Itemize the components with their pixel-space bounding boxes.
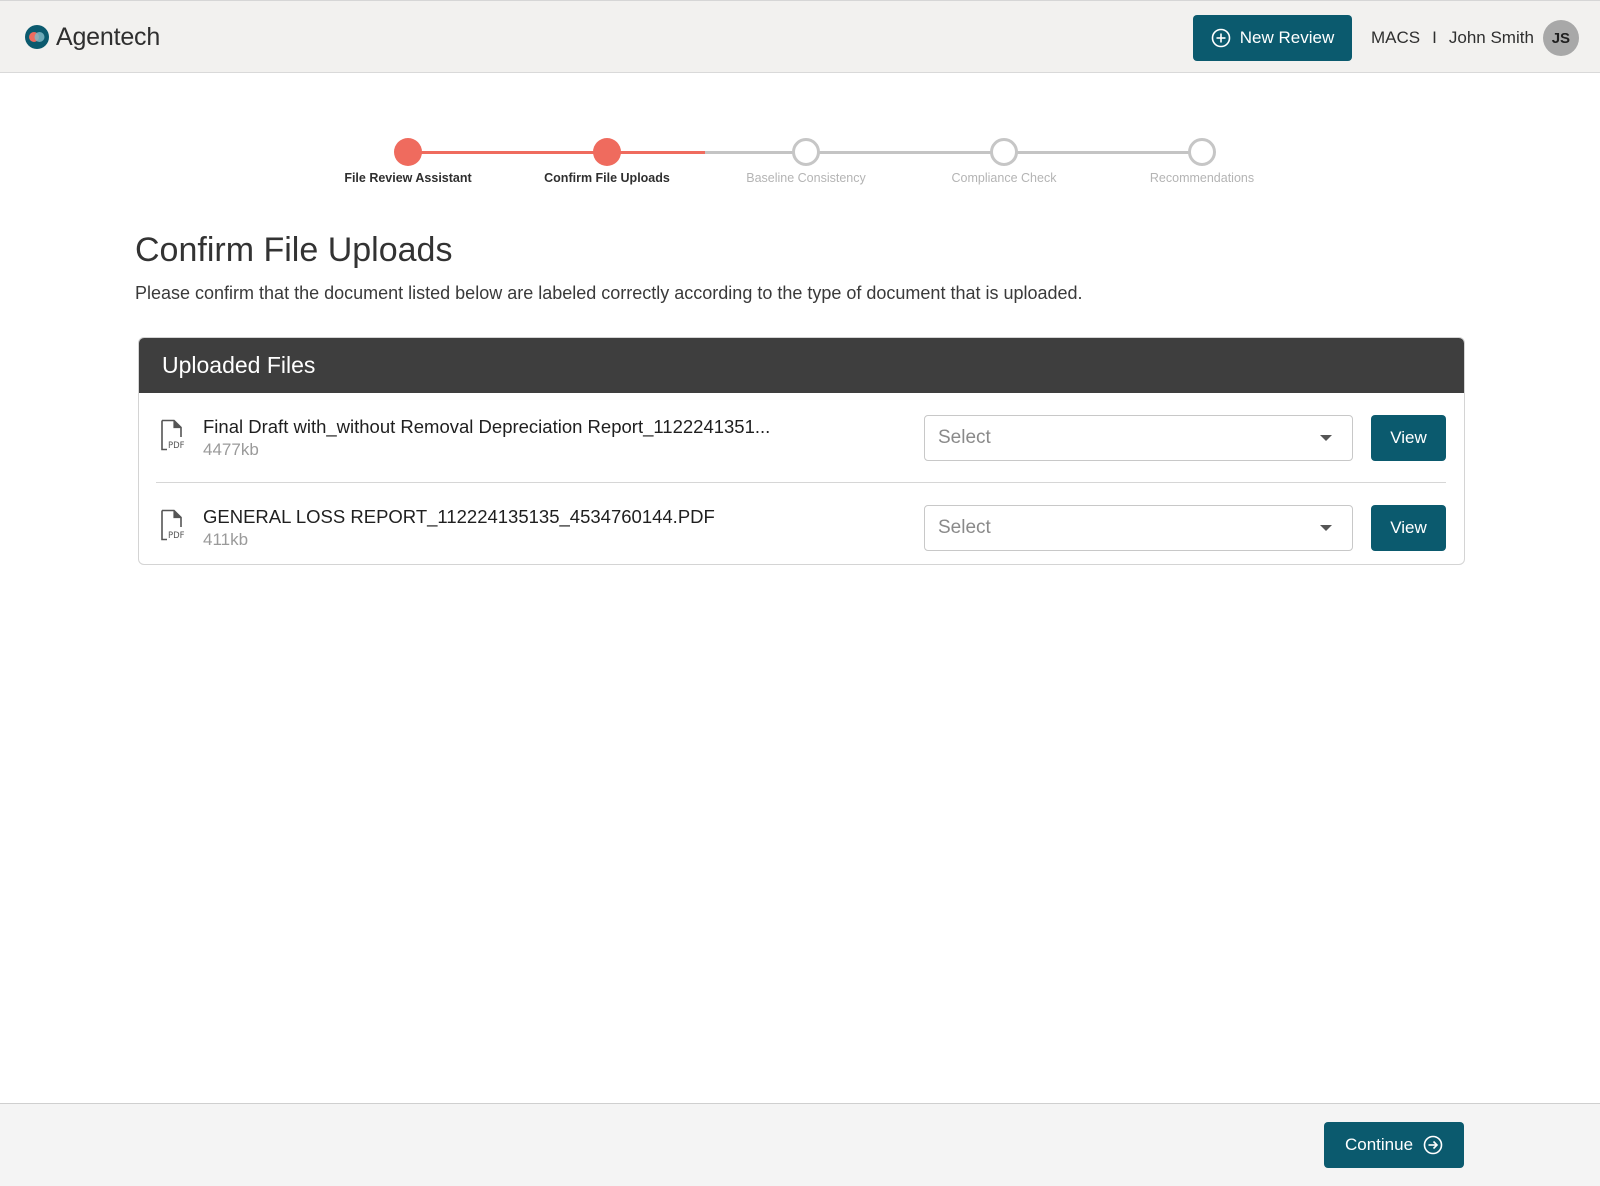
page-subtitle: Please confirm that the document listed … [135,283,1083,303]
agentech-logo-icon [25,25,49,49]
step-label: Compliance Check [951,171,1057,185]
brand[interactable]: Agentech [24,21,160,53]
caret-down-icon [1320,435,1332,441]
step-dot-pending [990,138,1018,166]
document-type-select[interactable]: Select [924,415,1353,461]
step-compliance-check: Compliance Check [924,138,1084,185]
arrow-right-circle-icon [1423,1135,1443,1155]
file-row: PDF Final Draft with_without Removal Dep… [156,398,1446,483]
file-name: GENERAL LOSS REPORT_112224135135_4534760… [203,506,715,527]
page-title: Confirm File Uploads [135,231,453,269]
new-review-label: New Review [1239,28,1335,47]
avatar[interactable]: JS [1542,20,1579,56]
user-name[interactable]: John Smith [1449,28,1534,48]
brand-name: Agentech [56,22,161,51]
step-dot-pending [1188,138,1216,166]
step-label: Baseline Consistency [746,171,866,185]
pdf-file-icon: PDF [161,419,185,451]
step-recommendations: Recommendations [1122,138,1282,185]
progress-stepper: File Review Assistant Confirm File Uploa… [0,130,1600,200]
file-size: 411kb [203,530,249,549]
plus-circle-icon [1211,28,1231,48]
caret-down-icon [1320,525,1332,531]
step-dot-completed [394,138,422,166]
step-label: Recommendations [1149,171,1255,185]
step-confirm-file-uploads[interactable]: Confirm File Uploads [527,138,687,185]
continue-label: Continue [1344,1135,1414,1154]
uploaded-files-card: Uploaded Files PDF Final Draft with_with… [138,337,1465,565]
step-label: Confirm File Uploads [544,171,670,185]
step-dot-pending [792,138,820,166]
step-baseline-consistency: Baseline Consistency [726,138,886,185]
file-size: 4477kb [203,440,259,459]
pdf-icon-label: PDF [168,441,185,451]
step-label: File Review Assistant [344,171,472,185]
pdf-icon-label: PDF [168,531,185,541]
new-review-button[interactable]: New Review [1193,15,1352,61]
step-file-review-assistant[interactable]: File Review Assistant [328,138,488,185]
select-value: Select [938,427,991,448]
view-button[interactable]: View [1371,505,1446,551]
org-name: MACS [1371,28,1421,47]
file-row: PDF GENERAL LOSS REPORT_112224135135_453… [156,488,1446,564]
user-area: MACS I John Smith JS [1371,20,1579,56]
top-header: Agentech New Review MACS I John Smith JS [0,0,1600,73]
step-dot-current [593,138,621,166]
select-value: Select [938,517,991,538]
pdf-file-icon: PDF [161,509,185,541]
continue-button[interactable]: Continue [1324,1122,1464,1168]
document-type-select[interactable]: Select [924,505,1353,551]
file-name: Final Draft with_without Removal Depreci… [203,416,771,437]
view-button[interactable]: View [1371,415,1446,461]
user-separator: I [1432,28,1437,47]
footer-bar: Continue [0,1103,1600,1186]
uploaded-files-heading: Uploaded Files [139,338,1464,393]
